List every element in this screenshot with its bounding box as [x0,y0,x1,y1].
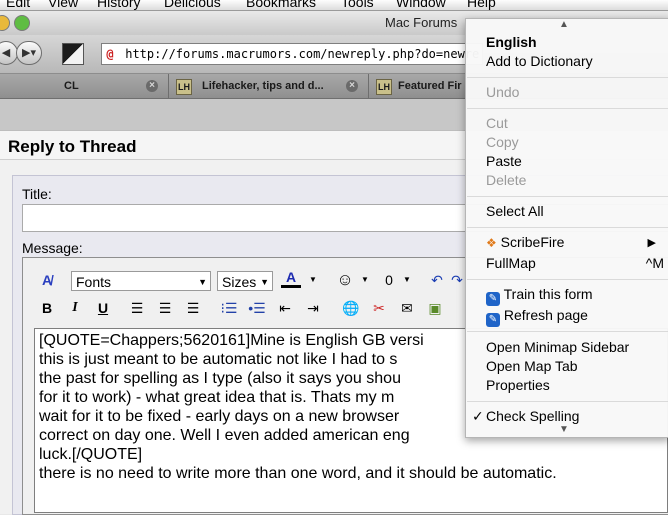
menu-separator [467,279,668,280]
menu-bookmarks[interactable]: Bookmarks [246,0,316,10]
font-select[interactable]: Fonts ▼ [71,271,211,291]
title-label: Title: [22,186,52,202]
refresh-page-label: Refresh page [503,307,588,323]
lifehacker-favicon-icon: LH [176,79,192,95]
size-select[interactable]: Sizes ▼ [217,271,273,291]
menu-separator [467,401,668,402]
menu-edit[interactable]: Edit [6,0,30,10]
select-all-item[interactable]: Select All [486,203,544,219]
outdent-icon[interactable]: ⇤ [275,298,295,318]
scribefire-label: ScribeFire [500,234,565,250]
scribefire-icon: ❖ [486,236,497,250]
train-form-item[interactable]: ✎ Train this form [486,286,593,306]
underline-button[interactable]: U [93,298,113,318]
page-title: Reply to Thread [8,137,137,156]
home-icon[interactable] [62,43,84,65]
chevron-down-icon[interactable]: ▼ [397,270,417,290]
tab-label: CL [64,80,79,92]
url-field[interactable]: @ http://forums.macrumors.com/newreply.p… [101,43,483,65]
attachment-icon[interactable]: 0 [379,270,399,290]
menu-separator [467,227,668,228]
close-tab-icon[interactable]: × [146,80,158,92]
add-to-dictionary-item[interactable]: Add to Dictionary [486,53,593,69]
cut-item: Cut [486,115,508,131]
menu-tools[interactable]: Tools [341,0,374,10]
size-select-value: Sizes [222,274,257,290]
chevron-down-icon[interactable]: ▼ [355,270,375,290]
message-label: Message: [22,240,83,256]
site-favicon-icon: @ [106,47,114,61]
font-select-value: Fonts [76,274,112,290]
chevron-down-icon: ▼ [198,277,207,287]
indent-icon[interactable]: ⇥ [303,298,323,318]
url-text: http://forums.macrumors.com/newreply.php… [125,47,480,61]
spelling-suggestion-english[interactable]: English [486,34,537,50]
submenu-arrow-icon: ▶ [647,237,656,249]
minimize-button[interactable] [0,15,10,31]
close-tab-icon[interactable]: × [346,80,358,92]
tab-featured[interactable]: LH Featured Fir [370,74,470,98]
form-icon: ✎ [486,292,500,306]
forward-button[interactable]: ▶▾ [16,41,42,65]
remove-link-icon[interactable]: ✂ [369,298,389,318]
remove-format-icon[interactable]: A̸ [37,270,57,290]
chevron-down-icon[interactable]: ▼ [303,270,323,290]
tab-lifehacker[interactable]: LH Lifehacker, tips and d... × [170,74,369,98]
context-menu: ▲ English Add to Dictionary Undo Cut Cop… [465,18,668,438]
bold-button[interactable]: B [37,298,57,318]
lifehacker-favicon-icon: LH [376,79,392,95]
properties-item[interactable]: Properties [486,377,550,393]
check-spelling-item[interactable]: Check Spelling [486,408,579,424]
refresh-page-item[interactable]: ✎ Refresh page [486,307,588,327]
window-title: Mac Forums [385,15,458,30]
train-form-label: Train this form [503,286,593,302]
copy-item: Copy [486,134,519,150]
menu-separator [467,331,668,332]
menu-history[interactable]: History [97,0,141,10]
fullmap-shortcut: ^M [645,255,664,271]
menu-bar: Edit View History Delicious Bookmarks To… [0,0,668,11]
tab-label: Featured Fir [398,80,462,92]
undo-item: Undo [486,84,520,100]
menu-separator [467,108,668,109]
open-minimap-sidebar-item[interactable]: Open Minimap Sidebar [486,339,629,355]
insert-image-icon[interactable]: ▣ [425,298,445,318]
chevron-down-icon: ▼ [260,277,269,287]
fullmap-label: FullMap [486,255,536,271]
open-map-tab-item[interactable]: Open Map Tab [486,358,578,374]
menu-help[interactable]: Help [467,0,496,10]
insert-email-icon[interactable]: ✉ [397,298,417,318]
tab-cl[interactable]: CL × [0,74,169,98]
scroll-up-arrow-icon[interactable]: ▲ [559,19,569,30]
undo-icon[interactable]: ↶ [427,270,447,290]
scribefire-item[interactable]: ❖ ScribeFire ▶ [486,234,656,250]
menu-separator [467,196,668,197]
align-center-icon[interactable]: ☰ [155,298,175,318]
ordered-list-icon[interactable]: ⁝☰ [219,298,239,318]
tab-label: Lifehacker, tips and d... [202,80,324,92]
menu-window[interactable]: Window [396,0,446,10]
text-line: there is no need to write more than one … [39,465,557,482]
menu-delicious[interactable]: Delicious [164,0,221,10]
paste-item[interactable]: Paste [486,153,522,169]
align-left-icon[interactable]: ☰ [127,298,147,318]
unordered-list-icon[interactable]: •☰ [247,298,267,318]
menu-view[interactable]: View [48,0,78,10]
text-color-icon[interactable]: A [281,269,301,288]
checkmark-icon: ✓ [472,408,484,424]
italic-button[interactable]: I [65,298,85,318]
zoom-button[interactable] [14,15,30,31]
redo-icon[interactable]: ↷ [447,270,467,290]
menu-separator [467,77,668,78]
delete-item: Delete [486,172,527,188]
text-line: luck.[/QUOTE] [39,446,143,463]
scroll-down-arrow-icon[interactable]: ▼ [559,424,569,435]
fullmap-item[interactable]: FullMap ^M [486,255,664,271]
insert-link-icon[interactable]: 🌐 [341,298,361,318]
form-icon: ✎ [486,313,500,327]
align-right-icon[interactable]: ☰ [183,298,203,318]
smiley-icon[interactable]: ☺ [335,270,355,290]
